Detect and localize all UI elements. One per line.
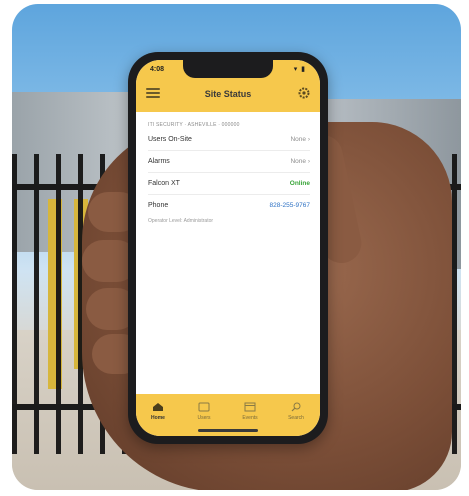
tab-label: Home <box>151 415 165 421</box>
tab-label: Events <box>242 415 258 421</box>
phone-row[interactable]: Phone 828-255-9767 <box>148 196 310 216</box>
users-icon <box>198 402 210 412</box>
row-label: Alarms <box>148 158 170 165</box>
alarms-row[interactable]: Alarms None › <box>148 152 310 173</box>
row-value: None › <box>290 158 310 165</box>
falcon-xt-row: Falcon XT Online <box>148 174 310 195</box>
site-subheading: ITI SECURITY · ASHEVILLE · 000000 <box>148 122 240 128</box>
tab-home[interactable]: Home <box>140 402 176 421</box>
notch <box>183 60 273 78</box>
tab-label: Users <box>197 415 211 421</box>
home-indicator <box>198 429 258 432</box>
tab-search[interactable]: Search <box>278 402 314 421</box>
operator-level-note: Operator Level: Administrator <box>148 218 214 224</box>
tab-events[interactable]: Events <box>232 402 268 421</box>
tab-bar: Home Users Events Search <box>136 394 320 436</box>
gear-icon[interactable] <box>298 87 310 99</box>
phone-link[interactable]: 828-255-9767 <box>270 202 310 209</box>
row-label: Falcon XT <box>148 180 180 187</box>
online-status: Online <box>289 180 310 187</box>
phone-screen: 4:08 ▾ ▮ Site Status ITI SECURITY · ASHE… <box>136 60 320 436</box>
status-time: 4:08 <box>150 66 165 73</box>
row-label: Users On-Site <box>148 136 192 143</box>
status-icons: ▾ ▮ <box>293 66 306 73</box>
photo-frame: 4:08 ▾ ▮ Site Status ITI SECURITY · ASHE… <box>12 4 461 490</box>
home-icon <box>153 403 163 411</box>
row-label: Phone <box>148 202 169 209</box>
page-title: Site Status <box>204 89 252 99</box>
tab-users[interactable]: Users <box>186 402 222 421</box>
row-value: None › <box>290 136 310 143</box>
tab-label: Search <box>288 415 304 421</box>
users-on-site-row[interactable]: Users On-Site None › <box>148 130 310 151</box>
smartphone: 4:08 ▾ ▮ Site Status ITI SECURITY · ASHE… <box>128 52 328 444</box>
search-icon <box>291 402 301 412</box>
calendar-icon <box>244 402 256 412</box>
